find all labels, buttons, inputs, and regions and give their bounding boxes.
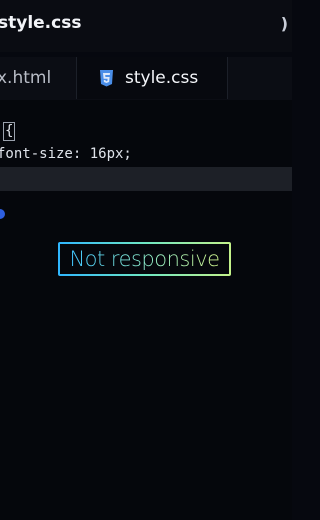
code-editor[interactable] — [0, 100, 292, 520]
tab-bar: x.html style.css — [0, 57, 292, 101]
tab-style-css[interactable]: style.css — [77, 57, 228, 99]
badge-label: Not responsive — [69, 247, 220, 271]
open-brace: { — [3, 122, 16, 141]
window-title: style.css — [0, 13, 82, 33]
code-line-1: { — [0, 122, 16, 141]
not-responsive-badge: Not responsive — [58, 242, 231, 276]
tab-html-label: x.html — [0, 68, 52, 88]
code-line-2: font-size: 16px; — [0, 146, 132, 162]
tab-style-css-label: style.css — [125, 68, 199, 88]
css3-icon — [100, 69, 113, 86]
tab-html[interactable]: x.html — [0, 57, 77, 99]
corner-glyph: ) — [280, 14, 288, 33]
title-bar: style.css ) — [0, 0, 292, 52]
active-line-highlight — [0, 167, 292, 191]
